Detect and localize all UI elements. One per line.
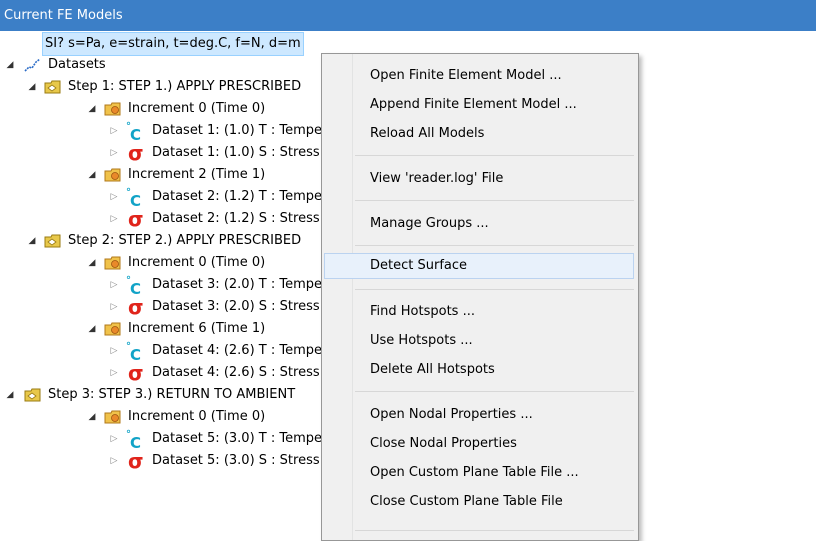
menu-separator <box>355 155 634 156</box>
menu-item-delete-all-hotspots[interactable]: Delete All Hotspots <box>324 357 634 383</box>
increment-folder-icon <box>104 321 122 337</box>
menu-separator <box>355 245 634 246</box>
temperature-icon: °C <box>126 429 141 452</box>
stress-icon: σ <box>128 449 144 473</box>
stress-icon: σ <box>128 361 144 385</box>
menu-item-open-custom-plane-table[interactable]: Open Custom Plane Table File ... <box>324 460 634 486</box>
expanded-arrow-icon[interactable]: ◢ <box>86 406 98 428</box>
tree-row-label: Step 2: STEP 2.) APPLY PRESCRIBED <box>68 233 302 248</box>
menu-item-close-custom-plane-table[interactable]: Close Custom Plane Table File <box>324 489 634 515</box>
expanded-arrow-icon[interactable]: ◢ <box>86 98 98 120</box>
menu-item-open-fe-model[interactable]: Open Finite Element Model ... <box>324 63 634 89</box>
menu-item-close-nodal-properties[interactable]: Close Nodal Properties <box>324 431 634 457</box>
stress-icon: σ <box>128 141 144 165</box>
expanded-arrow-icon[interactable]: ◢ <box>26 76 38 98</box>
increment-folder-icon <box>104 101 122 117</box>
expanded-arrow-icon[interactable]: ◢ <box>4 384 16 406</box>
datasets-icon <box>24 57 42 73</box>
increment-folder-icon <box>104 167 122 183</box>
tree-row-label: Dataset 5: (3.0) S : Stress <box>152 453 320 468</box>
tree-row-label: Dataset 1: (1.0) S : Stress <box>152 145 320 160</box>
menu-separator <box>355 289 634 290</box>
collapsed-arrow-icon[interactable]: ▷ <box>108 120 120 142</box>
collapsed-arrow-icon[interactable]: ▷ <box>108 208 120 230</box>
tree-row-label: Increment 0 (Time 0) <box>128 101 266 116</box>
expanded-arrow-icon[interactable]: ◢ <box>86 164 98 186</box>
tree-row-label: Increment 6 (Time 1) <box>128 321 266 336</box>
increment-folder-icon <box>104 409 122 425</box>
temperature-icon: °C <box>126 341 141 364</box>
menu-separator <box>355 391 634 392</box>
menu-item-reload-all-models[interactable]: Reload All Models <box>324 121 634 147</box>
menu-item-view-reader-log[interactable]: View 'reader.log' File <box>324 166 634 192</box>
collapsed-arrow-icon[interactable]: ▷ <box>108 340 120 362</box>
tree-row-label: Increment 0 (Time 0) <box>128 255 266 270</box>
stress-icon: σ <box>128 295 144 319</box>
step-folder-icon <box>44 79 62 95</box>
collapsed-arrow-icon[interactable]: ▷ <box>108 296 120 318</box>
tree-row-label: Dataset 2: (1.2) S : Stress <box>152 211 320 226</box>
tree-row-label: Step 3: STEP 3.) RETURN TO AMBIENT <box>48 387 296 402</box>
menu-item-open-nodal-properties[interactable]: Open Nodal Properties ... <box>324 402 634 428</box>
expanded-arrow-icon[interactable]: ◢ <box>86 252 98 274</box>
collapsed-arrow-icon[interactable]: ▷ <box>108 428 120 450</box>
temperature-icon: °C <box>126 275 141 298</box>
menu-item-manage-groups[interactable]: Manage Groups ... <box>324 211 634 237</box>
menu-item-find-hotspots[interactable]: Find Hotspots ... <box>324 299 634 325</box>
menu-separator <box>355 200 634 201</box>
tree-row-label: Step 1: STEP 1.) APPLY PRESCRIBED <box>68 79 302 94</box>
expanded-arrow-icon[interactable]: ◢ <box>4 54 16 76</box>
menu-separator <box>355 530 634 531</box>
tree-row-label: Dataset 4: (2.6) S : Stress <box>152 365 320 380</box>
step-folder-icon <box>24 387 42 403</box>
collapsed-arrow-icon[interactable]: ▷ <box>108 186 120 208</box>
tree-row-label: SI? s=Pa, e=strain, t=deg.C, f=N, d=m <box>42 32 304 56</box>
collapsed-arrow-icon[interactable]: ▷ <box>108 362 120 384</box>
collapsed-arrow-icon[interactable]: ▷ <box>108 274 120 296</box>
menu-item-detect-surface[interactable]: Detect Surface <box>324 253 634 279</box>
tree-row-label: Increment 0 (Time 0) <box>128 409 266 424</box>
temperature-icon: °C <box>126 121 141 144</box>
collapsed-arrow-icon[interactable]: ▷ <box>108 142 120 164</box>
increment-folder-icon <box>104 255 122 271</box>
step-folder-icon <box>44 233 62 249</box>
panel-title: Current FE Models <box>4 8 123 23</box>
stress-icon: σ <box>128 207 144 231</box>
context-menu: Open Finite Element Model ... Append Fin… <box>321 53 639 541</box>
expanded-arrow-icon[interactable]: ◢ <box>26 230 38 252</box>
tree-row-label: Datasets <box>48 57 106 72</box>
collapsed-arrow-icon[interactable]: ▷ <box>108 450 120 472</box>
tree-row-label: Increment 2 (Time 1) <box>128 167 266 182</box>
panel-title-bar: Current FE Models <box>0 0 816 31</box>
menu-item-use-hotspots[interactable]: Use Hotspots ... <box>324 328 634 354</box>
tree-row-label: Dataset 3: (2.0) S : Stress <box>152 299 320 314</box>
expanded-arrow-icon[interactable]: ◢ <box>86 318 98 340</box>
temperature-icon: °C <box>126 187 141 210</box>
menu-item-append-fe-model[interactable]: Append Finite Element Model ... <box>324 92 634 118</box>
